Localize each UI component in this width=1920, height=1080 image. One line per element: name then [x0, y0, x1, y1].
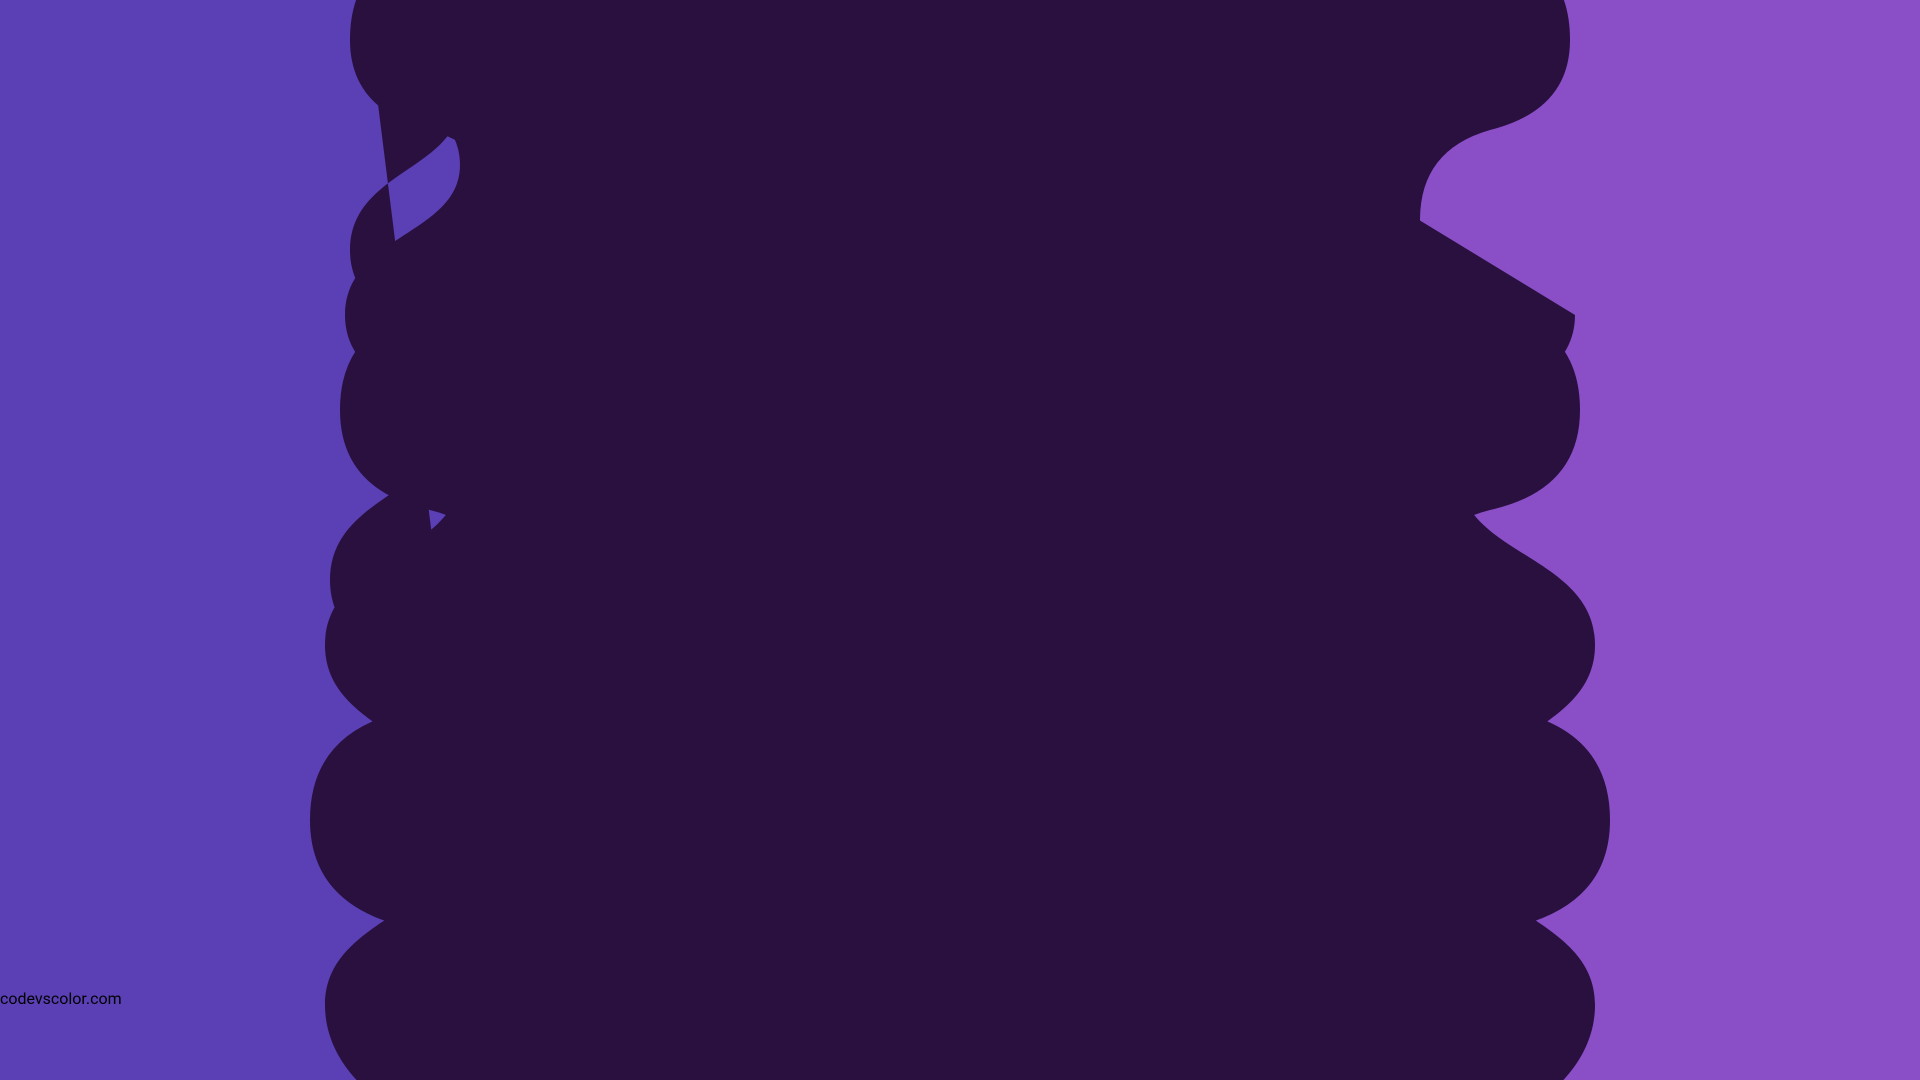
center-blob [0, 0, 1920, 1080]
